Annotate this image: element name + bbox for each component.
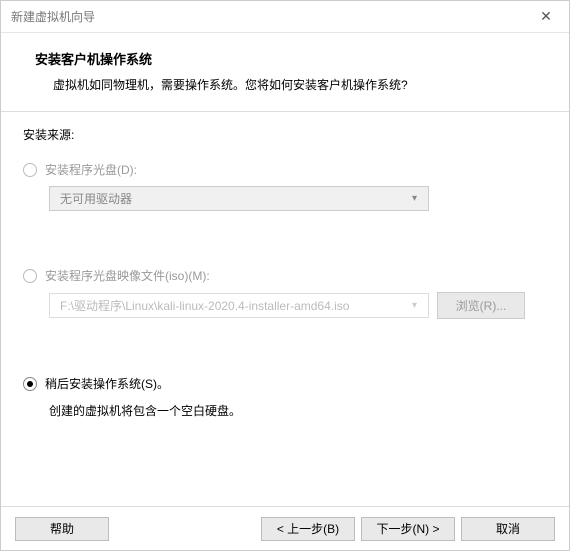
chevron-down-icon: ▾: [412, 193, 422, 204]
radio-label-iso: 安装程序光盘映像文件(iso)(M):: [45, 267, 210, 284]
window-title: 新建虚拟机向导: [11, 8, 95, 25]
radio-icon: [23, 163, 37, 177]
later-hint: 创建的虚拟机将包含一个空白硬盘。: [49, 402, 547, 419]
iso-path-text: F:\驱动程序\Linux\kali-linux-2020.4-installe…: [60, 297, 349, 314]
cancel-label: 取消: [496, 520, 520, 537]
page-title: 安装客户机操作系统: [35, 49, 547, 68]
wizard-window: 新建虚拟机向导 ✕ 安装客户机操作系统 虚拟机如同物理机，需要操作系统。您将如何…: [0, 0, 570, 551]
radio-install-later[interactable]: 稍后安装操作系统(S)。: [23, 375, 547, 392]
next-button[interactable]: 下一步(N) >: [361, 517, 455, 541]
iso-path-combo[interactable]: F:\驱动程序\Linux\kali-linux-2020.4-installe…: [49, 293, 429, 318]
browse-button[interactable]: 浏览(R)...: [437, 292, 525, 319]
titlebar: 新建虚拟机向导 ✕: [1, 1, 569, 33]
back-label: < 上一步(B): [277, 520, 339, 537]
wizard-header: 安装客户机操作系统 虚拟机如同物理机，需要操作系统。您将如何安装客户机操作系统?: [1, 33, 569, 112]
source-label: 安装来源:: [23, 126, 547, 143]
option-iso-block: 安装程序光盘映像文件(iso)(M): F:\驱动程序\Linux\kali-l…: [23, 267, 547, 319]
option-later-block: 稍后安装操作系统(S)。 创建的虚拟机将包含一个空白硬盘。: [23, 375, 547, 419]
close-icon: ✕: [540, 8, 552, 25]
help-label: 帮助: [50, 520, 74, 537]
option-disc-block: 安装程序光盘(D): 无可用驱动器 ▾: [23, 161, 547, 211]
cancel-button[interactable]: 取消: [461, 517, 555, 541]
wizard-footer: 帮助 < 上一步(B) 下一步(N) > 取消: [1, 506, 569, 550]
back-button[interactable]: < 上一步(B): [261, 517, 355, 541]
radio-icon: [23, 269, 37, 283]
close-button[interactable]: ✕: [523, 1, 569, 33]
drive-combo-text: 无可用驱动器: [60, 190, 132, 207]
page-subtitle: 虚拟机如同物理机，需要操作系统。您将如何安装客户机操作系统?: [35, 76, 547, 93]
radio-installer-iso[interactable]: 安装程序光盘映像文件(iso)(M):: [23, 267, 547, 284]
next-label: 下一步(N) >: [376, 520, 439, 537]
radio-installer-disc[interactable]: 安装程序光盘(D):: [23, 161, 547, 178]
radio-label-later: 稍后安装操作系统(S)。: [45, 375, 169, 392]
radio-label-disc: 安装程序光盘(D):: [45, 161, 137, 178]
browse-label: 浏览(R)...: [456, 297, 507, 314]
wizard-content: 安装来源: 安装程序光盘(D): 无可用驱动器 ▾ 安装程序光盘映像文件(iso…: [1, 112, 569, 506]
drive-combo[interactable]: 无可用驱动器 ▾: [49, 186, 429, 211]
help-button[interactable]: 帮助: [15, 517, 109, 541]
radio-icon: [23, 377, 37, 391]
chevron-down-icon: ▾: [412, 300, 422, 311]
